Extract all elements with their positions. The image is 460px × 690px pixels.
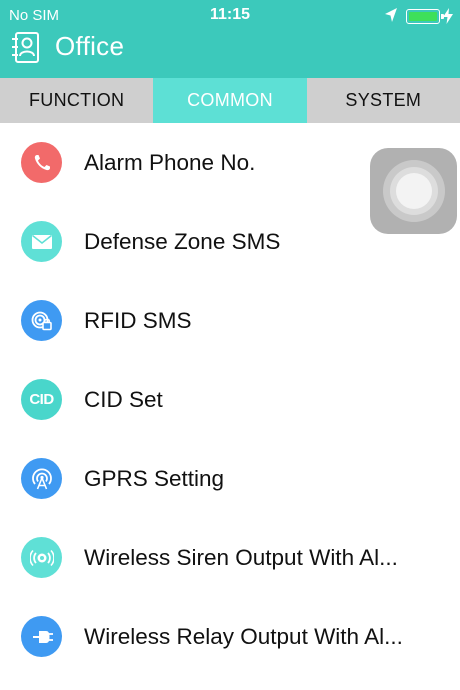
menu-item-label: CID Set [84,387,163,412]
phone-icon [21,142,62,183]
app-bar: Office [0,30,460,78]
menu-item-label: Wireless Siren Output With Al... [84,545,398,570]
menu-item-label: GPRS Setting [84,466,225,491]
siren-icon [21,537,62,578]
menu-item-gprs-setting[interactable]: GPRS Setting [0,439,460,518]
rfid-lock-icon [21,300,62,341]
tab-function[interactable]: FUNCTION [0,78,153,123]
tab-system[interactable]: SYSTEM [307,78,460,123]
gprs-antenna-icon [21,458,62,499]
relay-plug-icon [21,616,62,657]
status-bar: No SIM 11:15 [0,0,460,30]
menu-item-label: Wireless Relay Output With Al... [84,624,403,649]
contacts-book-icon[interactable] [8,30,44,66]
assistive-touch-icon[interactable] [370,148,457,234]
cid-icon: CID [21,379,62,420]
app-title: Office [55,31,125,61]
menu-item-rfid-sms[interactable]: RFID SMS [0,281,460,360]
charging-bolt-icon [443,8,453,24]
menu-item-cid-set[interactable]: CID CID Set [0,360,460,439]
tab-bar: FUNCTION COMMON SYSTEM [0,78,460,123]
tab-common[interactable]: COMMON [153,78,307,123]
location-arrow-icon [385,8,397,22]
envelope-icon [21,221,62,262]
menu-item-label: RFID SMS [84,308,192,333]
app-header: No SIM 11:15 Office [0,0,460,78]
cid-icon-text: CID [29,391,54,408]
menu-item-wireless-siren[interactable]: Wireless Siren Output With Al... [0,518,460,597]
menu-item-wireless-relay[interactable]: Wireless Relay Output With Al... [0,597,460,676]
battery-icon [406,9,444,24]
